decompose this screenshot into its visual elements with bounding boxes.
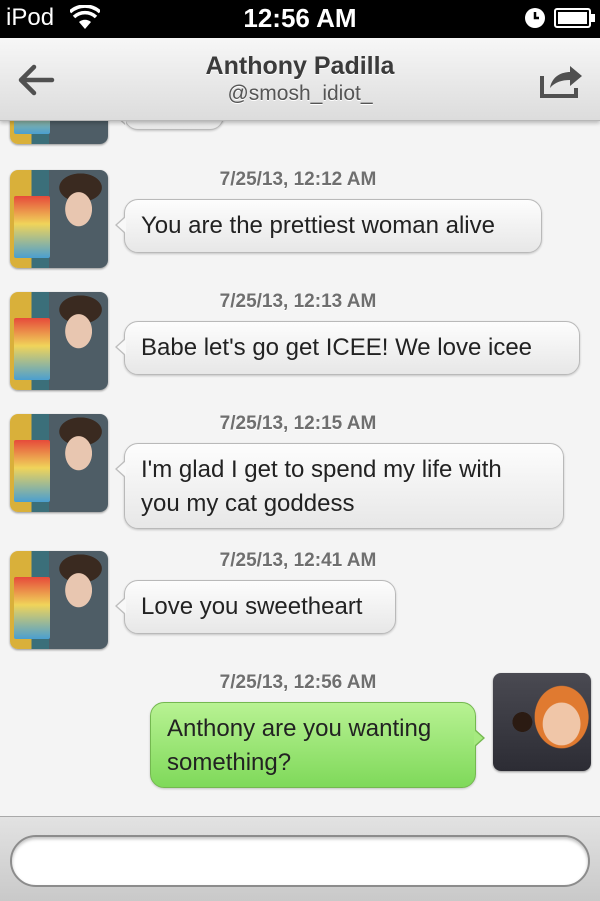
message-text: You are the prettiest woman alive bbox=[141, 212, 495, 239]
contact-name: Anthony Padilla bbox=[205, 52, 395, 80]
message-bubble-partial bbox=[115, 120, 224, 130]
message-text-line: Anthony are you wanting bbox=[167, 715, 432, 742]
share-button[interactable] bbox=[536, 58, 586, 102]
message-bubble-outgoing[interactable]: Anthony are you wanting something? bbox=[150, 702, 485, 788]
message-bubble[interactable]: You are the prettiest woman alive bbox=[115, 199, 542, 253]
status-bar: iPod 12:56 AM bbox=[0, 0, 600, 38]
message-timestamp: 7/25/13, 12:13 AM bbox=[219, 291, 377, 312]
contact-avatar bbox=[10, 292, 108, 390]
contact-handle: @smosh_idiot_ bbox=[227, 82, 373, 105]
battery-icon bbox=[554, 8, 596, 33]
contact-avatar bbox=[10, 414, 108, 512]
message-bubble[interactable]: Babe let's go get ICEE! We love icee bbox=[115, 321, 580, 375]
status-time: 12:56 AM bbox=[243, 3, 357, 33]
message-input[interactable] bbox=[10, 835, 590, 887]
my-avatar bbox=[493, 673, 591, 771]
message-timestamp: 7/25/13, 12:41 AM bbox=[219, 550, 377, 571]
compose-bar bbox=[0, 816, 600, 901]
message-timestamp: 7/25/13, 12:56 AM bbox=[219, 672, 377, 693]
message-timestamp: 7/25/13, 12:15 AM bbox=[219, 413, 377, 434]
message-bubble[interactable]: Love you sweetheart bbox=[115, 580, 396, 634]
message-bubble[interactable]: I'm glad I get to spend my life with you… bbox=[115, 443, 564, 529]
message-text: Babe let's go get ICEE! We love icee bbox=[141, 334, 533, 361]
message-text-line: I'm glad I get to spend my life with bbox=[141, 456, 502, 483]
contact-avatar bbox=[10, 170, 108, 268]
contact-avatar bbox=[10, 120, 108, 144]
message-text-line: something? bbox=[167, 749, 292, 776]
message-text: Love you sweetheart bbox=[141, 593, 363, 620]
share-icon bbox=[540, 66, 582, 98]
clock-icon bbox=[524, 7, 546, 34]
contact-avatar bbox=[10, 551, 108, 649]
message-list[interactable]: 7/25/13, 12:12 AM You are the prettiest … bbox=[0, 120, 600, 816]
message-text-line: you my cat goddess bbox=[141, 490, 355, 517]
conversation-header: Anthony Padilla @smosh_idiot_ bbox=[0, 38, 600, 121]
message-timestamp: 7/25/13, 12:12 AM bbox=[219, 169, 377, 190]
